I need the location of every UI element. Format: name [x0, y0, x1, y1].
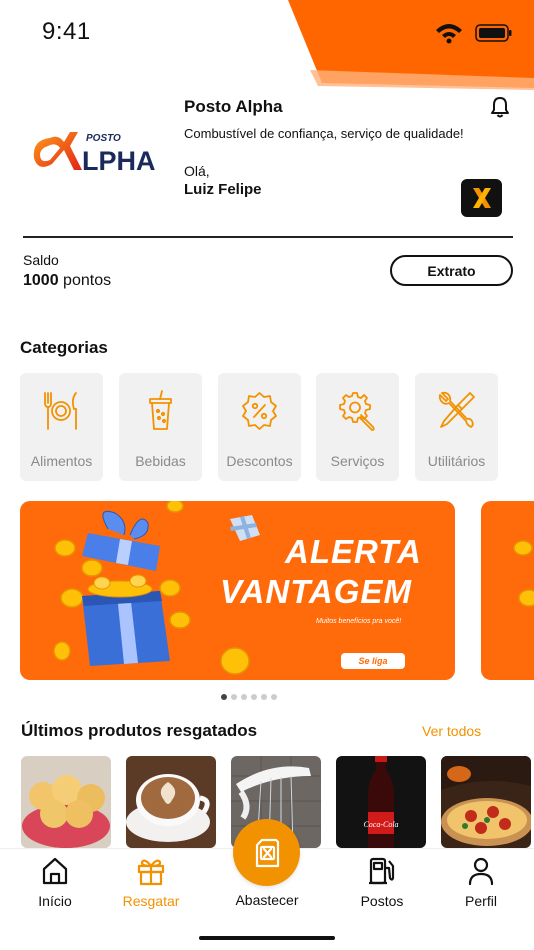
user-icon — [468, 857, 494, 886]
carousel-dots[interactable] — [221, 694, 277, 702]
products-section-title: Últimos produtos resgatados — [21, 721, 258, 740]
notification-bell-icon[interactable] — [488, 95, 512, 119]
product-card-pao-de-queijo[interactable] — [21, 756, 111, 848]
brand-title: Posto Alpha — [184, 97, 283, 116]
category-label: Bebidas — [135, 453, 186, 469]
nav-label-abastecer: Abastecer — [235, 892, 299, 908]
greeting: Olá, — [184, 163, 210, 179]
utensils-icon — [44, 392, 77, 430]
gift-box — [82, 510, 170, 666]
categories-title: Categorias — [20, 338, 108, 357]
category-bebidas[interactable]: Bebidas — [119, 373, 202, 481]
gear-wrench-icon — [339, 392, 375, 431]
category-label: Descontos — [226, 453, 293, 469]
gift-icon — [137, 859, 165, 886]
carousel-dot[interactable] — [241, 694, 247, 700]
balance-value: 1000 pontos — [23, 272, 111, 290]
nav-resgatar[interactable]: Resgatar — [111, 856, 191, 909]
category-label: Serviços — [330, 453, 385, 469]
cafe-image — [126, 756, 216, 848]
home-icon — [42, 857, 68, 885]
discount-badge-icon — [242, 392, 277, 430]
header-swoosh-decoration — [288, 0, 534, 90]
category-alimentos[interactable]: Alimentos — [20, 373, 103, 481]
nav-label: Postos — [360, 893, 404, 909]
status-icons — [436, 24, 512, 44]
statement-button[interactable]: Extrato — [390, 255, 513, 286]
user-name: Luiz Felipe — [184, 181, 262, 198]
nav-perfil[interactable]: Perfil — [441, 856, 521, 909]
promo-banner-next[interactable] — [481, 501, 534, 680]
banner-subtitle: Muitos benefícios pra você! — [316, 618, 402, 625]
next-banner-coins — [513, 540, 534, 607]
partner-app-badge[interactable] — [461, 179, 502, 217]
banner-title-line1: ALERTA — [285, 533, 422, 570]
carousel-dot[interactable] — [221, 694, 227, 700]
balance-label: Saldo — [23, 252, 59, 268]
x-logo-icon — [472, 188, 491, 208]
small-gift — [230, 515, 260, 541]
carousel-dot[interactable] — [261, 694, 267, 700]
coca-cola-label: Coca-Cola — [363, 820, 398, 829]
drink-cup-icon — [149, 390, 172, 430]
category-utilitarios[interactable]: Utilitários — [415, 373, 498, 481]
abastecer-button[interactable] — [233, 819, 300, 886]
home-indicator — [199, 936, 335, 940]
nav-inicio[interactable]: Início — [15, 856, 95, 909]
carousel-dot[interactable] — [251, 694, 257, 700]
posto-alpha-logo: POSTO LPHA — [33, 132, 156, 176]
banner-cta-button[interactable]: Se liga — [341, 653, 405, 669]
battery-icon — [475, 24, 512, 42]
nav-label: Perfil — [465, 893, 497, 909]
pao-de-queijo-image — [21, 756, 111, 848]
category-descontos[interactable]: Descontos — [218, 373, 301, 481]
wifi-icon — [436, 24, 462, 44]
see-all-link[interactable]: Ver todos — [422, 723, 481, 739]
header-divider — [23, 236, 513, 238]
category-label: Alimentos — [30, 453, 93, 469]
category-servicos[interactable]: Serviços — [316, 373, 399, 481]
logo-big-text: LPHA — [82, 146, 156, 176]
balance-unit: pontos — [63, 272, 112, 289]
gas-pump-icon — [369, 857, 395, 885]
pizza-image — [441, 756, 531, 848]
status-time: 9:41 — [42, 18, 91, 45]
nav-postos[interactable]: Postos — [342, 856, 422, 909]
fuel-can-icon — [255, 838, 279, 867]
category-label: Utilitários — [427, 453, 486, 469]
nav-label: Resgatar — [122, 893, 180, 909]
balance-points: 1000 — [23, 272, 59, 289]
logo-small-text: POSTO — [86, 133, 121, 144]
carousel-dot[interactable] — [271, 694, 277, 700]
product-card-cafe[interactable] — [126, 756, 216, 848]
product-card-coca-cola[interactable]: Coca-Cola — [336, 756, 426, 848]
nav-label: Início — [38, 893, 72, 909]
banner-title-line2: VANTAGEM — [220, 573, 412, 610]
product-card-pizza[interactable] — [441, 756, 531, 848]
coca-cola-image: Coca-Cola — [336, 756, 426, 848]
tools-icon — [438, 391, 475, 428]
brand-tagline: Combustível de confiança, serviço de qua… — [184, 126, 464, 141]
carousel-dot[interactable] — [231, 694, 237, 700]
